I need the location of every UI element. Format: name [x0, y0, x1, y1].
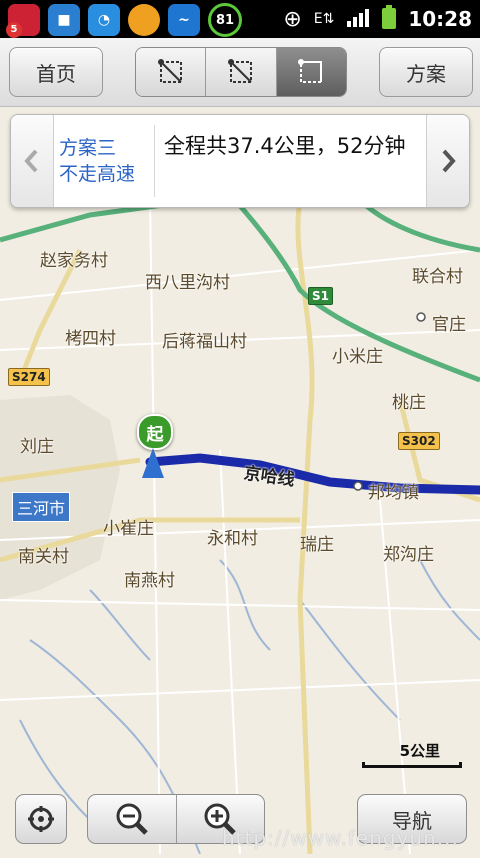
- chevron-left-icon: [24, 149, 38, 173]
- route-summary-panel: 方案三 不走高速 全程共37.4公里，52分钟: [10, 114, 470, 208]
- data-edge-icon: E⇅: [313, 11, 335, 27]
- plans-button[interactable]: 方案: [379, 47, 473, 97]
- qq-icon: ◔: [88, 4, 120, 36]
- highway-shield-s274: S274: [8, 368, 50, 386]
- route-mode-3-icon: [298, 59, 323, 83]
- bbm-icon: ■: [48, 4, 80, 36]
- bird-icon: ~: [168, 4, 200, 36]
- route-mode-2-button[interactable]: [206, 48, 277, 96]
- zoom-out-icon: [116, 803, 148, 835]
- divider: [154, 125, 155, 197]
- notification-badge: 5: [6, 22, 22, 38]
- next-plan-button[interactable]: [426, 115, 469, 207]
- route-mode-1-icon: [157, 59, 182, 83]
- previous-plan-button[interactable]: [11, 115, 54, 207]
- place-label: 刘庄: [20, 437, 54, 457]
- route-mode-segmented-control: [135, 47, 347, 97]
- zoom-out-button[interactable]: [88, 795, 177, 843]
- place-label: 赵家务村: [40, 251, 108, 271]
- plan-name: 方案三: [59, 137, 117, 159]
- place-label: 栲四村: [65, 329, 116, 349]
- current-location-arrow-icon: [142, 448, 164, 478]
- plan-option: 不走高速: [59, 163, 136, 185]
- place-label: 小崔庄: [103, 519, 154, 539]
- route-summary-text: 全程共37.4公里，52分钟: [164, 134, 406, 158]
- route-mode-2-icon: [227, 59, 252, 83]
- signal-icon: [346, 7, 370, 31]
- scale-bar: [362, 762, 462, 768]
- highway-shield-s302: S302: [398, 432, 440, 450]
- battery-percent-icon: 81: [208, 3, 242, 37]
- gps-icon: ⊕: [283, 6, 302, 32]
- start-marker[interactable]: 起: [137, 414, 173, 450]
- clock: 10:28: [408, 7, 472, 31]
- sun-icon: [128, 4, 160, 36]
- route-mode-3-button[interactable]: [276, 48, 346, 96]
- status-bar: 5 ■ ◔ ~ 81 ⊕ E⇅ 10:28: [0, 0, 480, 38]
- highway-shield-s1: S1: [308, 287, 333, 305]
- place-label: 郑沟庄: [383, 545, 434, 565]
- locate-button[interactable]: [15, 794, 67, 844]
- place-label: 南关村: [18, 547, 69, 567]
- place-label: 联合村: [412, 267, 463, 287]
- battery-icon: [382, 5, 397, 33]
- map-scale: 5公里: [362, 740, 462, 770]
- locate-icon: [28, 806, 54, 832]
- home-button[interactable]: 首页: [9, 47, 103, 97]
- place-label: 邦均镇: [368, 483, 419, 503]
- city-label: 三河市: [12, 492, 71, 522]
- chevron-right-icon: [442, 149, 456, 173]
- scale-text: 5公里: [399, 742, 440, 760]
- place-label: 官庄: [432, 315, 466, 335]
- plan-info: 方案三 不走高速: [59, 135, 149, 187]
- place-label: 西八里沟村: [145, 273, 230, 293]
- place-label: 小米庄: [332, 347, 383, 367]
- place-label: 瑞庄: [300, 535, 334, 555]
- place-label: 南燕村: [124, 571, 175, 591]
- route-mode-1-button[interactable]: [136, 48, 207, 96]
- place-label: 永和村: [207, 529, 258, 549]
- place-label: 后蒋福山村: [162, 332, 247, 352]
- weibo-icon: 5: [6, 4, 40, 38]
- watermark: http://www.fengyun...: [222, 826, 459, 850]
- place-label: 桃庄: [392, 393, 426, 413]
